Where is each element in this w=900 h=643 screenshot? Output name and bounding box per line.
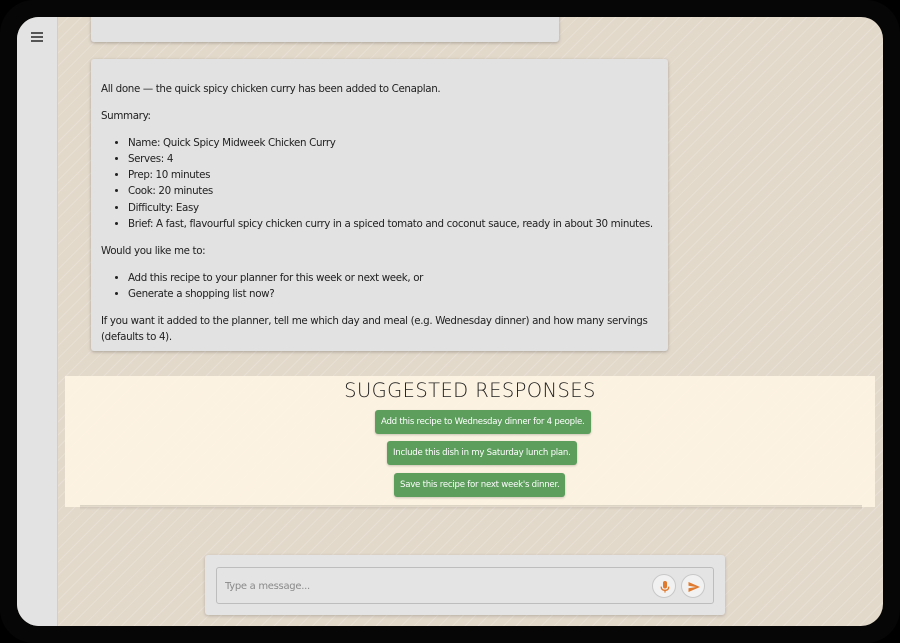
summary-item: Cook: 20 minutes xyxy=(128,183,658,199)
message-input[interactable] xyxy=(225,577,645,595)
message-composer xyxy=(205,555,725,615)
previous-message xyxy=(91,17,559,42)
microphone-icon[interactable] xyxy=(652,574,676,598)
option-item: Add this recipe to your planner for this… xyxy=(128,270,658,286)
assistant-message: All done — the quick spicy chicken curry… xyxy=(91,59,668,351)
summary-label: Summary: xyxy=(101,109,151,122)
device-frame: All done — the quick spicy chicken curry… xyxy=(0,0,900,643)
summary-item: Prep: 10 minutes xyxy=(128,167,658,183)
summary-item: Serves: 4 xyxy=(128,151,658,167)
suggestion-chip-saturday[interactable]: Include this dish in my Saturday lunch p… xyxy=(387,441,577,465)
app-screen: All done — the quick spicy chicken curry… xyxy=(17,17,883,626)
option-item: Generate a shopping list now? xyxy=(128,286,658,302)
suggested-responses-panel: SUGGESTED RESPONSES Add this recipe to W… xyxy=(65,376,875,507)
summary-item: Brief: A fast, flavourful spicy chicken … xyxy=(128,216,658,232)
send-icon[interactable] xyxy=(681,574,705,598)
message-input-box xyxy=(216,567,714,604)
sidebar xyxy=(17,17,58,626)
message-intro: All done — the quick spicy chicken curry… xyxy=(101,83,441,95)
suggested-responses-title: SUGGESTED RESPONSES xyxy=(344,379,596,402)
summary-item: Difficulty: Easy xyxy=(128,200,658,216)
message-question: Would you like me to: xyxy=(101,244,206,257)
summary-item: Name: Quick Spicy Midweek Chicken Curry xyxy=(128,135,658,151)
suggestion-chip-wednesday[interactable]: Add this recipe to Wednesday dinner for … xyxy=(375,410,591,434)
hamburger-menu-icon[interactable] xyxy=(31,32,45,43)
panel-shadow xyxy=(80,505,862,510)
options-list: Add this recipe to your planner for this… xyxy=(101,270,658,303)
suggestion-chip-next-week[interactable]: Save this recipe for next week's dinner. xyxy=(394,473,566,497)
summary-list: Name: Quick Spicy Midweek Chicken Curry … xyxy=(101,135,658,233)
message-closing: If you want it added to the planner, tel… xyxy=(101,314,648,344)
